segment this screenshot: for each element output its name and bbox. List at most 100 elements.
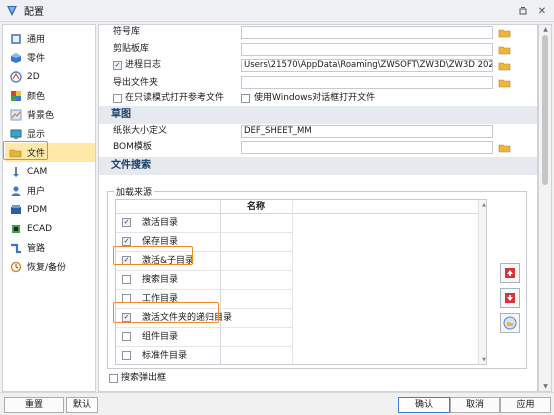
paper-custom-label: 纸张大小定义 [113,126,168,136]
row-checkbox[interactable]: ✓ [122,218,131,227]
sidebar-item-ecad[interactable]: ECAD [5,219,95,238]
move-up-button[interactable] [500,263,520,283]
category-sidebar: 通用 零件 2D 颜色 背景色 显示 文件 CAM 用户 PDM ECAD 管路… [2,24,96,392]
row-checkbox[interactable]: ✓ [122,237,131,246]
table-row[interactable]: 搜索目录 [116,271,292,290]
pin-icon[interactable] [516,4,530,18]
search-popup-label: 搜索弹出框 [121,373,167,383]
app-logo-icon [7,5,17,16]
sidebar-item-label: 背景色 [27,111,55,121]
symbol-library-field[interactable] [241,26,493,39]
use-windows-dialog-label: 使用Windows对话框打开文件 [254,93,376,103]
bom-template-field[interactable] [241,141,493,154]
display-icon [9,127,22,140]
apply-button[interactable]: 应用 [500,397,551,413]
reset-button[interactable]: 重置 [4,397,64,413]
search-folder-icon [503,316,517,330]
process-log-checkbox[interactable]: ✓ [113,61,122,70]
scroll-down-icon[interactable]: ▼ [480,356,486,364]
symbol-library-label: 符号库 [113,27,141,37]
scrollbar-thumb[interactable] [542,35,548,185]
row-checkbox[interactable] [122,351,131,360]
sidebar-item-cam[interactable]: CAM [5,162,95,181]
sidebar-item-2d[interactable]: 2D [5,67,95,86]
table-row[interactable]: 组件目录 [116,328,292,347]
part-icon [9,51,22,64]
sidebar-item-background-color[interactable]: 背景色 [5,105,95,124]
restore-backup-icon [9,260,22,273]
browse-folder-icon[interactable] [498,44,512,56]
row-name: 搜索目录 [142,275,179,285]
piping-icon [9,241,22,254]
sidebar-item-pdm[interactable]: PDM [5,200,95,219]
table-scrollbar[interactable]: ▲ ▼ [478,200,486,364]
panel-scrollbar[interactable]: ▲ ▼ [538,24,552,392]
clipboard-library-label: 剪贴板库 [113,44,150,54]
browse-folder-icon[interactable] [498,142,512,154]
move-down-icon [505,293,515,303]
color-icon [9,89,22,102]
user-icon [9,184,22,197]
open-readonly-ref-checkbox[interactable] [113,94,122,103]
browse-folder-icon[interactable] [498,27,512,39]
row-name: 标准件目录 [142,351,188,361]
sidebar-item-label: ECAD [27,223,53,234]
browse-folder-icon[interactable] [498,60,512,72]
sidebar-item-label: 零件 [27,54,46,64]
column-divider [292,200,293,364]
row-name: 组件目录 [142,332,179,342]
cancel-button[interactable]: 取消 [450,397,500,413]
load-source-legend: 加载来源 [114,185,155,198]
table-row[interactable]: 标准件目录 [116,347,292,364]
cam-icon [9,165,22,178]
sidebar-item-label: 2D [27,71,40,82]
clipboard-library-field[interactable] [241,43,493,56]
pdm-icon [9,203,22,216]
close-icon[interactable]: ✕ [535,4,549,18]
open-readonly-ref-label: 在只读模式打开参考文件 [125,93,225,103]
sidebar-item-label: 显示 [27,130,46,140]
sidebar-item-part[interactable]: 零件 [5,48,95,67]
export-folder-field[interactable] [241,76,493,89]
row-checkbox[interactable] [122,332,131,341]
sidebar-item-restore-backup[interactable]: 恢复/备份 [5,257,95,276]
table-header: 名称 [116,200,486,214]
highlight-box-row [113,302,219,323]
use-windows-dialog-checkbox[interactable] [241,94,250,103]
section-drawing: 草图 [99,106,537,124]
row-name: 激活目录 [142,218,179,228]
browse-folder-icon[interactable] [498,77,512,89]
sidebar-item-label: PDM [27,204,48,215]
sidebar-item-label: 颜色 [27,92,46,102]
default-button[interactable]: 默认 [66,397,98,413]
ok-button[interactable]: 确认 [398,397,450,413]
search-folder-button[interactable] [500,313,520,333]
process-log-path-field[interactable]: Users\21570\AppData\Roaming\ZWSOFT\ZW3D\… [241,59,493,72]
sidebar-item-color[interactable]: 颜色 [5,86,95,105]
sidebar-item-user[interactable]: 用户 [5,181,95,200]
scroll-up-icon[interactable]: ▲ [480,201,486,209]
dialog-button-bar: 重置 默认 确认 取消 应用 [0,392,554,415]
sidebar-item-piping[interactable]: 管路 [5,238,95,257]
sidebar-item-label: 用户 [27,187,46,197]
paper-custom-field[interactable]: DEF_SHEET_MM [241,125,493,138]
row-checkbox[interactable] [122,275,131,284]
ecad-icon [9,222,22,235]
bom-template-label: BOM模板 [113,142,152,152]
sidebar-item-label: 通用 [27,35,46,45]
sidebar-item-label: 恢复/备份 [27,263,67,273]
search-path-table: 名称 ✓ 激活目录 ✓ 保存目录 ✓ 激活&子目录 搜索目录 工作目录 ✓ 激活… [115,199,487,365]
highlight-box-row [113,246,193,265]
background-color-icon [9,108,22,121]
general-icon [9,32,22,45]
process-log-label: 进程日志 [125,60,162,70]
sidebar-item-general[interactable]: 通用 [5,29,95,48]
move-down-button[interactable] [500,288,520,308]
column-name-header: 名称 [246,202,265,212]
scroll-down-icon[interactable]: ▼ [541,383,550,391]
window-title: 配置 [24,7,44,18]
table-row[interactable]: ✓ 激活目录 [116,214,292,233]
sidebar-item-label: 管路 [27,244,46,254]
search-popup-checkbox[interactable] [109,374,118,383]
scroll-up-icon[interactable]: ▲ [541,26,550,34]
